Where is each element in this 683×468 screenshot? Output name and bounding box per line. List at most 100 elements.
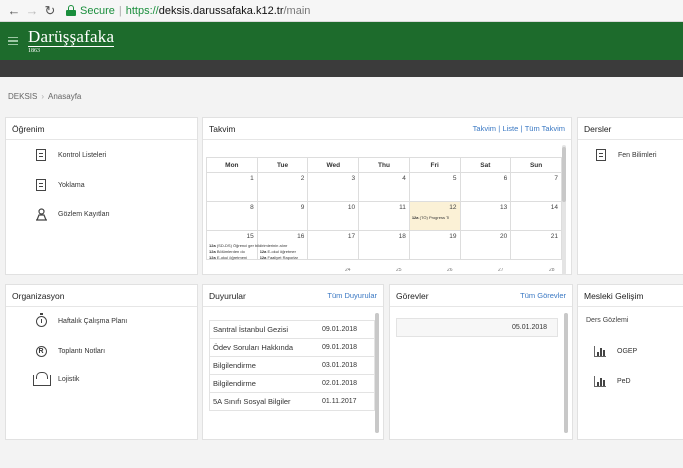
forward-arrow-icon[interactable]: →: [24, 3, 40, 19]
calendar-event[interactable]: 12a E-okul öğretmeni: [209, 255, 247, 260]
ogrenim-item-yoklama[interactable]: Yoklama: [34, 178, 85, 192]
calendar-event[interactable]: 12a E-okul öğretmer: [260, 249, 296, 254]
gorevler-header: Görevler Tüm Görevler: [390, 285, 572, 307]
announcement-row[interactable]: Bilgilendirme 02.01.2018: [209, 374, 375, 393]
calendar-day[interactable]: 2: [256, 172, 309, 202]
logo-year: 1863: [28, 48, 40, 54]
ogrenim-item-kontrol-listeleri[interactable]: Kontrol Listeleri: [34, 148, 106, 162]
calendar-day[interactable]: 10: [307, 201, 360, 231]
ogrenim-title: Öğrenim: [12, 123, 45, 134]
tasks-scrollbar[interactable]: [564, 313, 568, 433]
breadcrumb-root[interactable]: DEKSIS: [8, 92, 37, 101]
back-arrow-icon[interactable]: ←: [6, 3, 22, 19]
ogrenim-item-label: Gözlem Kayıtları: [58, 210, 110, 218]
calendar-day-number: 12: [449, 204, 457, 211]
dersler-panel: Dersler Fen Bilimleri: [577, 117, 683, 275]
announcement-date: 02.01.2018: [322, 380, 358, 387]
ogrenim-panel: Öğrenim Kontrol Listeleri Yoklama Gözlem…: [5, 117, 198, 275]
event-time: 12a: [209, 249, 216, 254]
calendar-day[interactable]: 18: [358, 230, 410, 260]
day-header: Tue: [256, 157, 309, 173]
calendar-day-number: 26: [447, 268, 453, 273]
mesleki-item-ogep[interactable]: OGEP: [593, 344, 637, 358]
calendar-event[interactable]: 12a Bölümlerden do: [209, 249, 245, 254]
calendar-day[interactable]: 17: [307, 230, 360, 260]
day-header: Fri: [408, 157, 461, 173]
calendar-day[interactable]: 21: [510, 230, 562, 260]
dersler-item-label: Fen Bilimleri: [618, 151, 657, 159]
calendar-day[interactable]: 9: [256, 201, 309, 231]
calendar-day[interactable]: 7: [510, 172, 562, 202]
ogrenim-item-gozlem-kayitlari[interactable]: Gözlem Kayıtları: [34, 207, 110, 221]
tum-duyurular-link[interactable]: Tüm Duyurular: [327, 291, 377, 300]
organizasyon-item-label: Haftalık Çalışma Planı: [58, 317, 128, 325]
calendar-day[interactable]: 20: [459, 230, 512, 260]
announcement-title: Santral İstanbul Gezisi: [213, 325, 289, 334]
ogrenim-item-label: Kontrol Listeleri: [58, 151, 107, 159]
organizasyon-header: Organizasyon: [6, 285, 197, 307]
takvim-link-tum-takvim[interactable]: Tüm Takvim: [525, 124, 565, 133]
calendar-day[interactable]: 6: [459, 172, 512, 202]
calendar-event[interactable]: 12a Faaliyet Raporlar: [260, 255, 298, 260]
event-text: Faaliyet Raporlar: [267, 255, 298, 260]
building-icon: [32, 372, 51, 386]
day-header: Sun: [510, 157, 562, 173]
organizasyon-title: Organizasyon: [12, 290, 65, 301]
mesleki-item-label: PeD: [617, 377, 631, 385]
announcement-row[interactable]: Bilgilendirme 03.01.2018: [209, 356, 375, 375]
logo[interactable]: Darüşşafaka 1863: [28, 28, 115, 54]
duyurular-title: Duyurular: [209, 290, 246, 301]
announcements-scrollbar[interactable]: [375, 313, 379, 433]
ogrenim-item-label: Yoklama: [58, 181, 85, 189]
takvim-link-takvim[interactable]: Takvim: [473, 124, 496, 133]
gorevler-panel: Görevler Tüm Görevler 05.01.2018: [389, 284, 573, 440]
breadcrumb-separator: ›: [41, 92, 45, 101]
takvim-link-liste[interactable]: Liste: [502, 124, 518, 133]
calendar-day[interactable]: 16 12a E-okul öğretmer 12a Faaliyet Rapo…: [256, 230, 309, 260]
announcement-row[interactable]: Ödev Soruları Hakkında 09.01.2018: [209, 338, 375, 357]
mesleki-item-label: OGEP: [617, 347, 638, 355]
organizasyon-item-haftalik-plan[interactable]: Haftalık Çalışma Planı: [34, 312, 128, 328]
calendar-day[interactable]: 8: [206, 201, 258, 231]
calendar-day[interactable]: 15 12a (SD-DS) Öğrenci ger bildirimlerin…: [206, 230, 287, 260]
app-header: Darüşşafaka 1863: [0, 22, 683, 60]
dersler-item-fen-bilimleri[interactable]: Fen Bilimleri: [594, 148, 657, 162]
hamburger-menu-icon[interactable]: [8, 35, 18, 48]
calendar-day-header-row: Mon Tue Wed Thu Fri Sat Sun: [206, 157, 562, 173]
event-time: 12a: [259, 249, 267, 254]
address-separator: |: [118, 4, 122, 17]
reload-icon[interactable]: ↻: [42, 3, 58, 19]
calendar-scrollbar[interactable]: [562, 145, 566, 275]
calendar-day[interactable]: 5: [408, 172, 461, 202]
dersler-title: Dersler: [584, 123, 612, 134]
task-row[interactable]: 05.01.2018: [396, 318, 558, 337]
organizasyon-panel: Organizasyon Haftalık Çalışma Planı R To…: [5, 284, 198, 440]
calendar-week-row: 8 9 10 11 12 12a (TÖ) Progress Ti 13 14: [206, 201, 562, 231]
tum-gorevler-link[interactable]: Tüm Görevler: [520, 291, 566, 300]
calendar-day[interactable]: 3: [307, 172, 360, 202]
event-text: (TÖ) Progress Ti: [419, 215, 450, 220]
calendar-day-number: 25: [396, 268, 402, 273]
mesleki-item-ped[interactable]: PeD: [593, 374, 631, 388]
organizasyon-item-toplanti-notlari[interactable]: R Toplantı Notları: [34, 344, 105, 358]
calendar-day[interactable]: 1: [206, 172, 258, 202]
mesleki-gelisim-panel: Mesleki Gelişim Ders Gözlemi OGEP PeD: [577, 284, 683, 440]
announcement-row[interactable]: Santral İstanbul Gezisi 09.01.2018: [209, 320, 375, 339]
calendar-event[interactable]: 12a (TÖ) Progress Ti: [412, 215, 449, 220]
announcement-title: 5A Sınıfı Sosyal Bilgiler: [213, 397, 291, 406]
calendar-day[interactable]: 11: [358, 201, 410, 231]
calendar-day[interactable]: 13: [459, 201, 512, 231]
event-text: E-okul öğretmeni: [216, 255, 248, 260]
event-time: 12a: [411, 215, 419, 220]
calendar-day[interactable]: 14: [510, 201, 562, 231]
organizasyon-item-lojistik[interactable]: Lojistik: [32, 372, 79, 386]
calendar-day-today[interactable]: 12 12a (TÖ) Progress Ti: [408, 201, 461, 231]
address-bar[interactable]: Secure | https://deksis.darussafaka.k12.…: [66, 5, 310, 17]
announcement-date: 09.01.2018: [322, 326, 358, 333]
calendar-grid: Mon Tue Wed Thu Fri Sat Sun 1 2 3 4 5 6 …: [206, 157, 562, 260]
calendar-day[interactable]: 4: [358, 172, 410, 202]
announcement-date: 03.01.2018: [322, 362, 358, 369]
takvim-header: Takvim Takvim | Liste | Tüm Takvim: [203, 118, 571, 140]
announcement-row[interactable]: 5A Sınıfı Sosyal Bilgiler 01.11.2017: [209, 392, 375, 411]
calendar-day[interactable]: 19: [408, 230, 461, 260]
